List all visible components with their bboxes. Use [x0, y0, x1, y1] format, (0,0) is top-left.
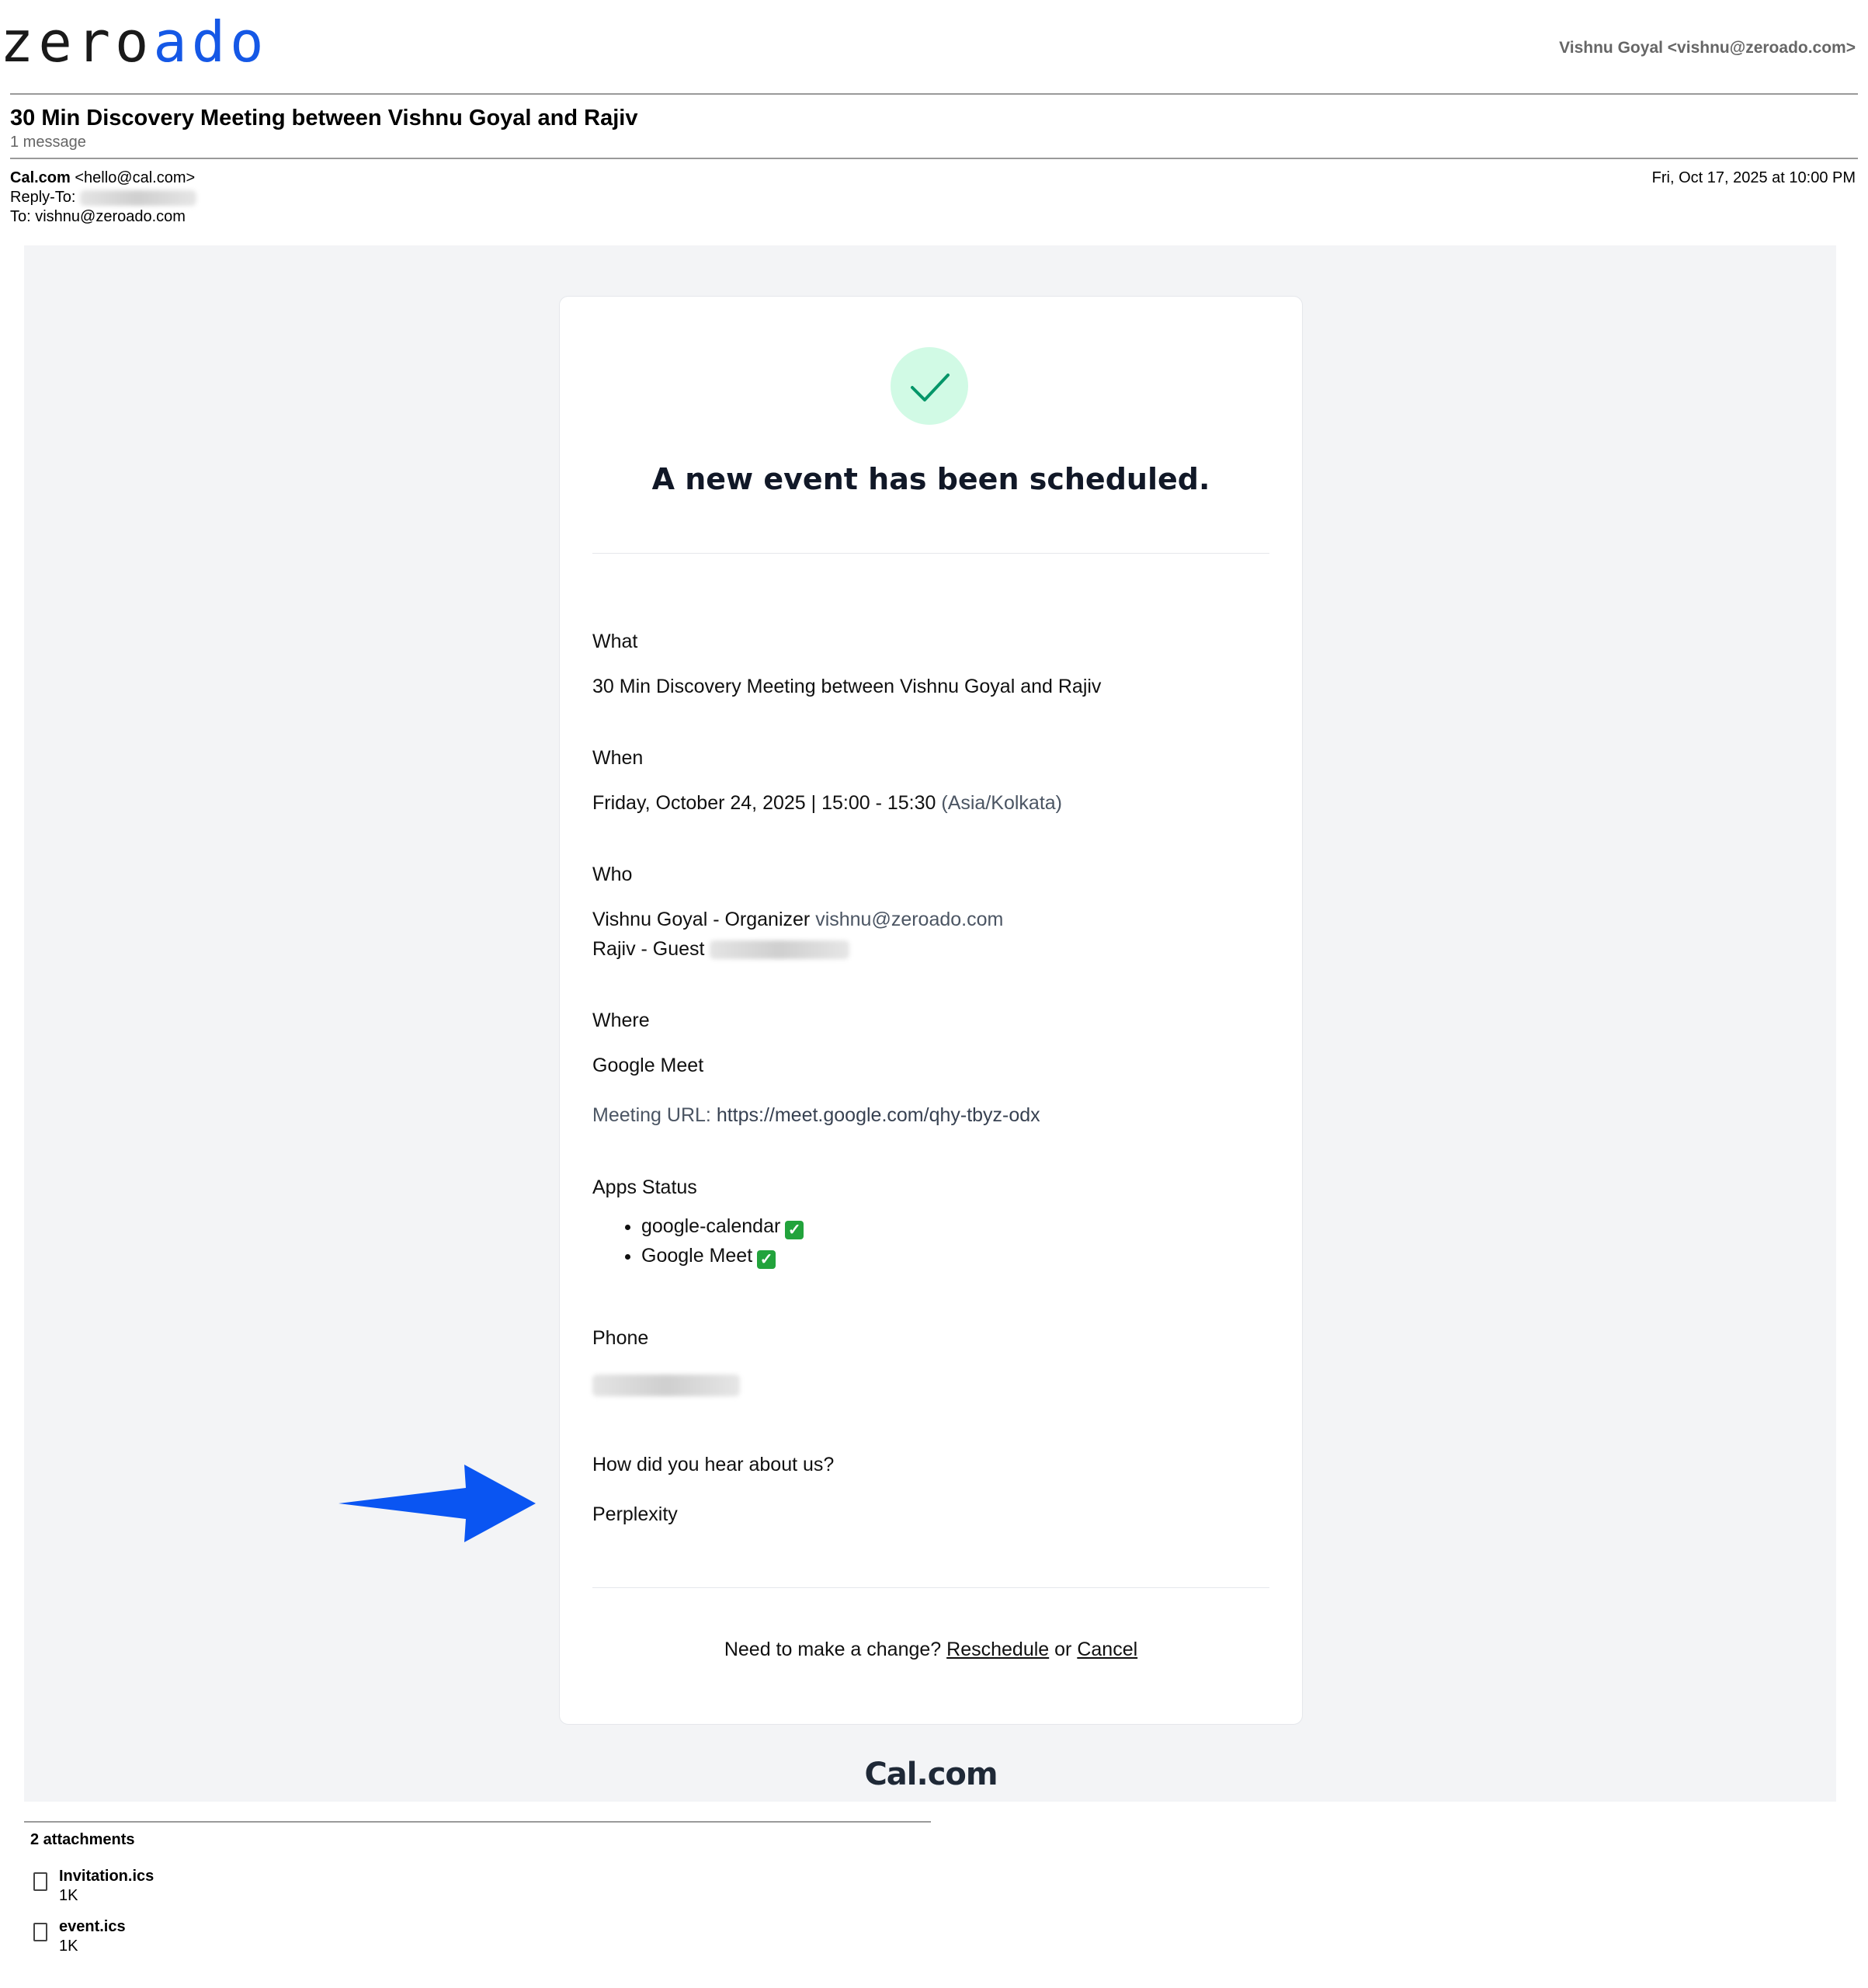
organizer-name: Vishnu Goyal - Organizer [592, 909, 811, 930]
guest-line: Rajiv - Guest [592, 938, 850, 961]
phone-label: Phone [592, 1327, 649, 1349]
change-line: Need to make a change? Reschedule or Can… [559, 1639, 1303, 1661]
message-count: 1 message [10, 134, 86, 151]
when-datetime: Friday, October 24, 2025 | 15:00 - 15:30 [592, 792, 936, 814]
attachment-name[interactable]: event.ics [59, 1918, 126, 1936]
sender-line: Cal.com <hello@cal.com> [10, 169, 195, 187]
file-icon [33, 1872, 47, 1891]
calcom-logo: Cal.com [864, 1757, 998, 1792]
account-label: Vishnu Goyal <vishnu@zeroado.com> [1559, 39, 1856, 57]
meeting-url-link[interactable]: https://meet.google.com/qhy-tbyz-odx [717, 1104, 1040, 1126]
app-name: Google Meet [641, 1245, 753, 1267]
attachment-size: 1K [59, 1938, 78, 1955]
hear-about-value: Perplexity [592, 1503, 678, 1525]
app-name: google-calendar [641, 1215, 781, 1237]
when-label: When [592, 747, 644, 769]
what-value: 30 Min Discovery Meeting between Vishnu … [592, 676, 1102, 697]
change-text: Need to make a change? [724, 1639, 942, 1660]
meeting-url-label: Meeting URL: [592, 1104, 711, 1126]
apps-status-label: Apps Status [592, 1176, 697, 1198]
logo-part-ado: ado [153, 9, 269, 75]
when-timezone: (Asia/Kolkata) [941, 792, 1062, 814]
redacted-guest-email [710, 940, 850, 960]
attachments-divider [24, 1821, 931, 1823]
apps-status-list: google-calendar✓ Google Meet✓ [621, 1211, 804, 1270]
arrow-right-icon [339, 1465, 536, 1542]
redacted-phone [592, 1375, 740, 1396]
zeroado-logo: zeroado [0, 14, 268, 70]
cancel-link[interactable]: Cancel [1077, 1639, 1137, 1660]
redacted-reply-to [80, 189, 197, 206]
where-label: Where [592, 1010, 650, 1031]
attachment-size: 1K [59, 1887, 78, 1904]
thread-subject: 30 Min Discovery Meeting between Vishnu … [10, 106, 638, 130]
attachment-name[interactable]: Invitation.ics [59, 1868, 154, 1885]
sender-name: Cal.com [10, 169, 71, 186]
phone-value-redacted [592, 1375, 740, 1396]
message-date: Fri, Oct 17, 2025 at 10:00 PM [1651, 169, 1856, 186]
reschedule-link[interactable]: Reschedule [946, 1639, 1049, 1660]
checkbox-checked-icon: ✓ [785, 1221, 804, 1239]
app-status-item: google-calendar✓ [641, 1211, 804, 1241]
event-heading: A new event has been scheduled. [651, 462, 1210, 496]
attachments-title: 2 attachments [30, 1831, 135, 1848]
what-label: What [592, 631, 638, 652]
or-text: or [1054, 1639, 1072, 1660]
meeting-url-line: Meeting URL: https://meet.google.com/qhy… [592, 1104, 1040, 1127]
where-value: Google Meet [592, 1055, 704, 1076]
checkbox-checked-icon: ✓ [757, 1250, 776, 1269]
when-value: Friday, October 24, 2025 | 15:00 - 15:30… [592, 792, 1062, 815]
success-badge [891, 347, 968, 425]
hear-about-label: How did you hear about us? [592, 1454, 835, 1475]
file-icon [33, 1923, 47, 1941]
reply-to-label: Reply-To: [10, 189, 76, 206]
bottom-divider [592, 1587, 1269, 1588]
header-divider [10, 93, 1858, 95]
who-label: Who [592, 864, 633, 885]
logo-part-zero: zero [0, 9, 154, 75]
to-line: To: vishnu@zeroado.com [10, 208, 186, 225]
top-divider [592, 553, 1269, 554]
organizer-line: Vishnu Goyal - Organizer vishnu@zeroado.… [592, 909, 1003, 931]
sender-email: <hello@cal.com> [75, 169, 196, 186]
check-icon [911, 374, 950, 401]
subject-divider [10, 158, 1858, 159]
organizer-email[interactable]: vishnu@zeroado.com [815, 909, 1003, 930]
app-status-item: Google Meet✓ [641, 1241, 804, 1270]
guest-name: Rajiv - Guest [592, 938, 705, 960]
reply-to-line: Reply-To: [10, 189, 197, 207]
